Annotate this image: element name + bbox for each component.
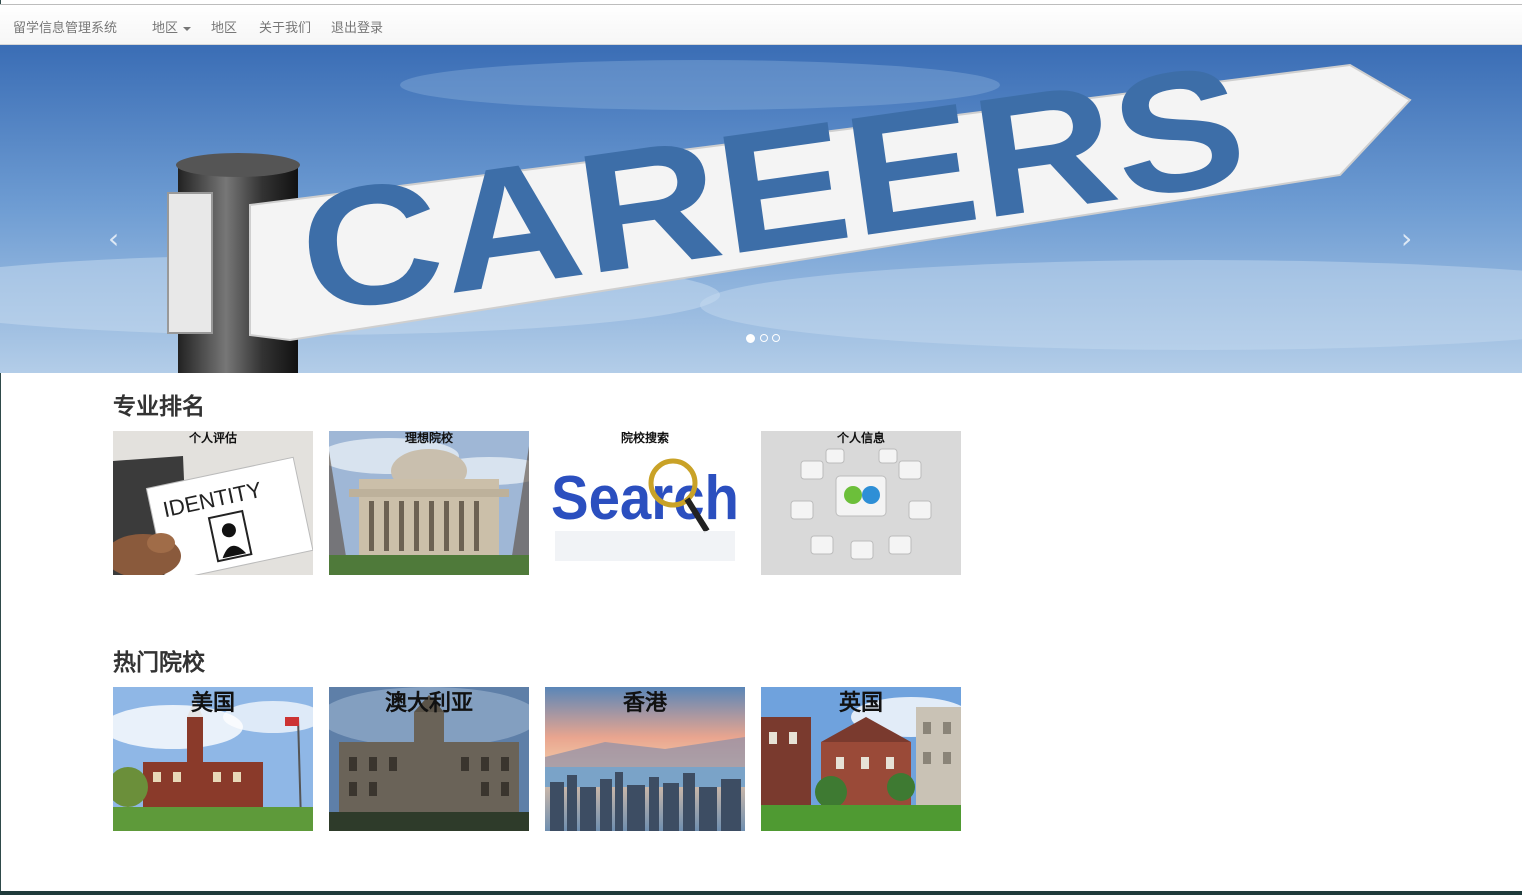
carousel-indicator-2[interactable] (760, 334, 768, 342)
campus-dome-image (329, 431, 529, 575)
search-word-image: Search (545, 431, 745, 575)
top-navbar: 留学信息管理系统 地区 地区 关于我们 退出登录 (0, 4, 1522, 45)
card-usa[interactable]: 美国 (113, 687, 313, 831)
card-label: 院校搜索 (620, 431, 669, 445)
caret-down-icon (183, 26, 192, 31)
card-label: 美国 (190, 691, 235, 716)
search-image-text: Search (551, 464, 739, 533)
nav-link-logout[interactable]: 退出登录 (331, 17, 383, 36)
careers-slide-image: CAREERS (0, 45, 1522, 373)
card-personal-info[interactable]: 个人信息 (761, 431, 961, 575)
identity-card-image: IDENTITY (113, 431, 313, 575)
card-label: 个人信息 (836, 431, 885, 445)
card-australia[interactable]: 澳大利亚 (329, 687, 529, 831)
window-bottom-edge (0, 891, 1522, 895)
card-label: 个人评估 (188, 431, 237, 445)
carousel-prev-icon[interactable]: ‹ (108, 225, 119, 253)
hero-carousel: CAREERS ‹ › (0, 45, 1522, 373)
card-school-search[interactable]: Search 院校搜索 (545, 431, 745, 575)
card-personal-assessment[interactable]: IDENTITY 个人评估 (113, 431, 313, 575)
card-label: 英国 (838, 691, 883, 716)
navbar-brand[interactable]: 留学信息管理系统 (13, 17, 117, 36)
ranking-section-title: 专业排名 (113, 394, 205, 420)
schools-section-title: 热门院校 (113, 650, 205, 676)
card-label: 澳大利亚 (384, 691, 473, 716)
carousel-indicator-1[interactable] (746, 333, 755, 343)
carousel-indicator-3[interactable] (772, 334, 780, 342)
card-label: 理想院校 (404, 431, 453, 445)
card-label: 香港 (622, 691, 667, 716)
card-ideal-school[interactable]: 理想院校 (329, 431, 529, 575)
nav-link-region[interactable]: 地区 (211, 17, 237, 36)
region-dropdown-label: 地区 (152, 21, 179, 36)
card-hongkong[interactable]: 香港 (545, 687, 745, 831)
region-dropdown[interactable]: 地区 (152, 17, 192, 36)
carousel-next-icon[interactable]: › (1401, 225, 1412, 253)
social-icons-image (761, 431, 961, 575)
card-uk[interactable]: 英国 (761, 687, 961, 831)
nav-link-about[interactable]: 关于我们 (259, 17, 311, 36)
